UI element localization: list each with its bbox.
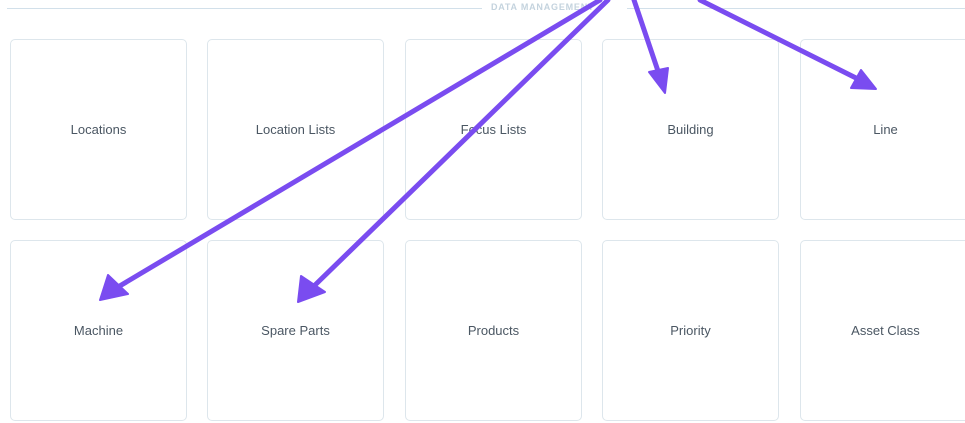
tile-label: Machine xyxy=(73,323,124,338)
tile-line[interactable]: Line xyxy=(800,39,965,220)
tile-location-lists[interactable]: Location Lists xyxy=(207,39,384,220)
tile-label: Locations xyxy=(70,122,127,137)
tile-machine[interactable]: Machine xyxy=(10,240,187,421)
tile-label: Asset Class xyxy=(851,323,920,338)
tile-locations[interactable]: Locations xyxy=(10,39,187,220)
divider-line-right xyxy=(627,8,965,9)
tile-label: Line xyxy=(873,122,898,137)
tile-label: Priority xyxy=(670,323,711,338)
section-title: DATA MANAGEMENT xyxy=(491,2,595,12)
tile-building[interactable]: Building xyxy=(602,39,779,220)
tile-label: Products xyxy=(467,323,520,338)
section-divider: DATA MANAGEMENT xyxy=(7,2,965,16)
tile-label: Spare Parts xyxy=(261,323,330,338)
divider-line-left xyxy=(7,8,482,9)
data-management-panel: DATA MANAGEMENT Locations Location Lists… xyxy=(0,0,965,423)
tile-label: Focus Lists xyxy=(460,122,527,137)
tile-products[interactable]: Products xyxy=(405,240,582,421)
tile-label: Location Lists xyxy=(255,122,336,137)
tile-label: Building xyxy=(667,122,714,137)
tile-priority[interactable]: Priority xyxy=(602,240,779,421)
tile-focus-lists[interactable]: Focus Lists xyxy=(405,39,582,220)
tile-asset-class[interactable]: Asset Class xyxy=(800,240,965,421)
tile-spare-parts[interactable]: Spare Parts xyxy=(207,240,384,421)
